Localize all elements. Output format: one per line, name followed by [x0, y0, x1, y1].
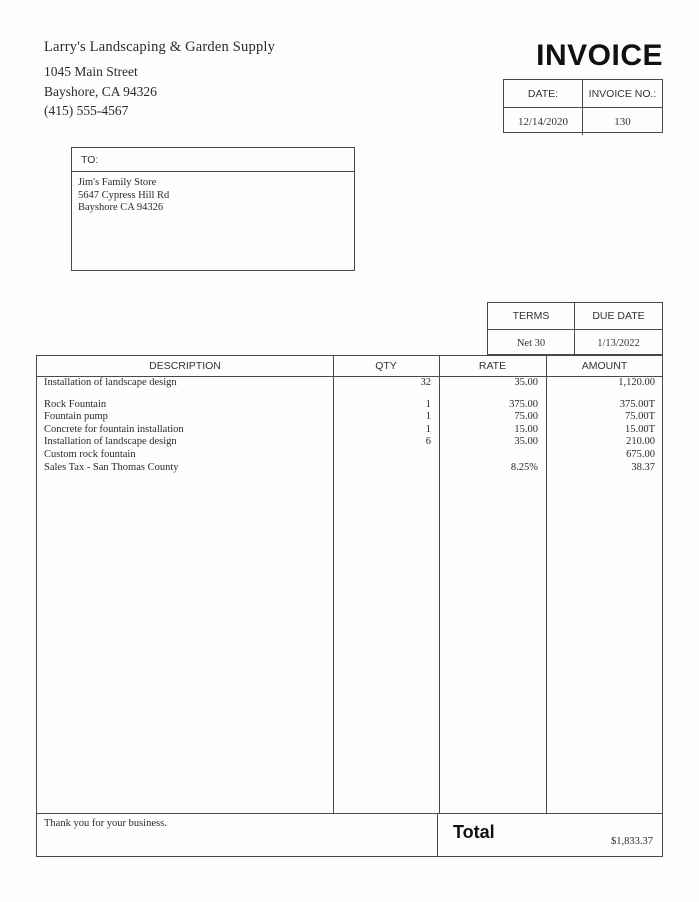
column-header-qty: QTY: [375, 360, 397, 372]
table-header: DESCRIPTION QTY RATE AMOUNT: [37, 356, 662, 377]
bill-to-label: TO:: [72, 148, 354, 172]
row-rate: 35.00: [514, 377, 538, 388]
date-value: 12/14/2020: [504, 108, 583, 135]
row-amount: 210.00: [626, 436, 655, 448]
column-header-amount: AMOUNT: [581, 360, 628, 372]
terms-value-row: Net 30 1/13/2022: [488, 330, 662, 356]
row-amount: 75.00T: [624, 411, 655, 423]
invoice-meta-value-row: 12/14/2020 130: [504, 108, 662, 135]
row-amount: 1,120.00: [618, 377, 655, 388]
row-qty: 1: [425, 423, 431, 435]
table-row: Sales Tax - San Thomas County 8.25% 38.3…: [37, 462, 662, 475]
table-row: Installation of landscape design 6 35.00…: [37, 436, 662, 449]
column-header-description: DESCRIPTION: [149, 360, 221, 372]
company-name: Larry's Landscaping & Garden Supply: [44, 39, 276, 55]
row-spacer: [37, 390, 662, 399]
row-amount: 375.00T: [619, 398, 655, 410]
row-description: Custom rock fountain: [44, 448, 136, 460]
table-row: Installation of landscape design 32 35.0…: [37, 377, 662, 390]
row-description: Installation of landscape design: [44, 377, 177, 388]
row-amount: 675.00: [626, 448, 655, 460]
row-rate: 35.00: [514, 436, 538, 448]
terms-box: TERMS DUE DATE Net 30 1/13/2022: [487, 302, 663, 356]
company-address-line: Bayshore, CA 94326: [44, 83, 157, 99]
due-date-value: 1/13/2022: [597, 337, 640, 349]
total-label: Total: [453, 822, 495, 842]
invoice-number-label: INVOICE NO.:: [588, 87, 657, 100]
row-qty: 6: [425, 436, 431, 448]
invoice-title: INVOICE: [536, 39, 663, 72]
terms-label: TERMS: [488, 303, 575, 329]
row-description: Concrete for fountain installation: [44, 423, 184, 435]
row-rate: 8.25%: [510, 461, 538, 473]
row-rate: 15.00: [514, 423, 538, 435]
table-row: Fountain pump 1 75.00 75.00T: [37, 411, 662, 424]
table-body: Installation of landscape design 32 35.0…: [37, 377, 662, 474]
column-header-rate: RATE: [478, 360, 507, 372]
terms-value: Net 30: [488, 330, 575, 356]
bill-to-box: TO: Jim's Family Store 5647 Cypress Hill…: [71, 147, 355, 271]
invoice-page: Larry's Landscaping & Garden Supply 1045…: [0, 0, 699, 902]
invoice-meta-box: DATE: INVOICE NO.: 12/14/2020 130: [503, 79, 663, 135]
invoice-meta-header-row: DATE: INVOICE NO.:: [504, 80, 662, 108]
company-address-line: 1045 Main Street: [44, 64, 138, 79]
company-phone: (415) 555-4567: [44, 103, 129, 118]
table-row: Concrete for fountain installation 1 15.…: [37, 424, 662, 437]
row-amount: 38.37: [631, 461, 655, 473]
thank-you-note: Thank you for your business.: [44, 818, 167, 829]
table-row: Custom rock fountain 675.00: [37, 449, 662, 462]
row-qty: 32: [420, 377, 432, 388]
row-description: Sales Tax - San Thomas County: [44, 461, 179, 473]
invoice-number-value: 130: [614, 115, 631, 128]
date-label: DATE:: [504, 80, 583, 107]
bill-to-address: Jim's Family Store 5647 Cypress Hill Rd …: [72, 172, 354, 215]
row-rate: 375.00: [509, 398, 538, 410]
row-description: Rock Fountain: [44, 398, 107, 410]
row-rate: 75.00: [514, 411, 538, 423]
terms-header-row: TERMS DUE DATE: [488, 303, 662, 330]
row-description: Installation of landscape design: [44, 436, 177, 448]
line-items-table: DESCRIPTION QTY RATE AMOUNT Installation…: [36, 355, 663, 857]
bill-to-name: Jim's Family Store: [78, 177, 157, 188]
bill-to-street: 5647 Cypress Hill Rd: [78, 189, 170, 201]
bill-to-city: Bayshore CA 94326: [78, 202, 164, 214]
table-row: Rock Fountain 1 375.00 375.00T: [37, 399, 662, 412]
total-box: Total $1,833.37: [437, 813, 663, 857]
company-address: 1045 Main Street Bayshore, CA 94326 (415…: [44, 62, 157, 121]
due-date-label: DUE DATE: [592, 310, 645, 322]
row-description: Fountain pump: [44, 411, 108, 423]
total-value: $1,833.37: [611, 836, 653, 847]
row-qty: 1: [425, 411, 431, 423]
row-qty: 1: [425, 398, 431, 410]
row-amount: 15.00T: [624, 423, 655, 435]
